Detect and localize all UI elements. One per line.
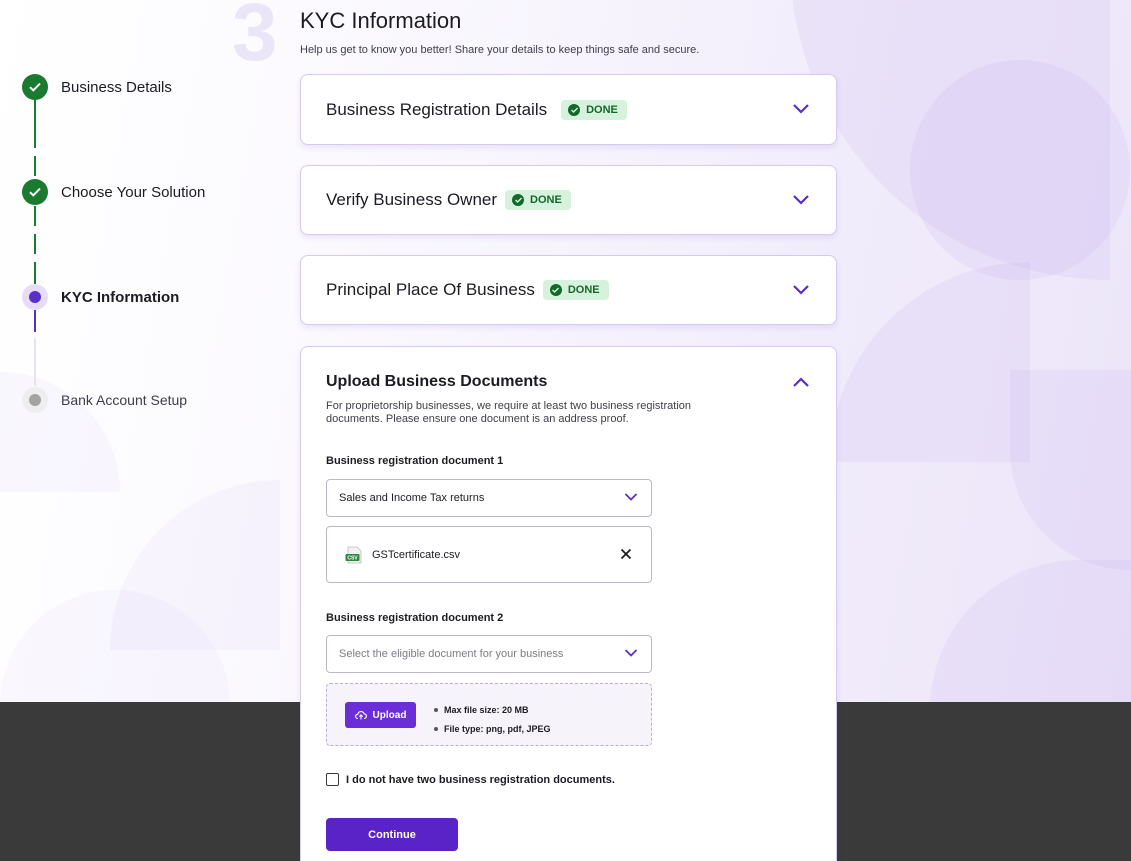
doc2-select[interactable]: Select the eligible document for your bu… [326, 635, 652, 673]
badge-label: DONE [530, 194, 562, 206]
page-title: KYC Information [300, 8, 462, 33]
chevron-up-icon[interactable] [792, 376, 810, 388]
check-circle-icon [568, 103, 581, 116]
upload-button-label: Upload [372, 709, 407, 721]
status-badge: DONE [542, 280, 609, 300]
pending-step-icon [22, 387, 48, 413]
file-name: GSTcertificate.csv [372, 549, 461, 561]
csv-file-icon-text: CSV [347, 556, 358, 562]
close-icon[interactable] [619, 547, 633, 561]
rule-file-type: File type: png, pdf, JPEG [444, 723, 551, 734]
check-circle-icon [22, 179, 48, 205]
checkbox-label: I do not have two business registration … [346, 773, 615, 786]
continue-button[interactable]: Continue [326, 818, 458, 851]
badge-label: DONE [586, 103, 618, 116]
step-connector [34, 262, 36, 284]
rule-max-size: Max file size: 20 MB [444, 704, 529, 715]
chevron-down-icon[interactable] [792, 284, 810, 296]
step-label: KYC Information [61, 288, 180, 306]
no-two-documents-checkbox[interactable]: I do not have two business registration … [326, 773, 615, 786]
upload-rules: Max file size: 20 MB File type: png, pdf… [434, 700, 551, 738]
step-connector [34, 156, 36, 176]
doc1-label: Business registration document 1 [326, 455, 504, 467]
step-choose-solution[interactable]: Choose Your Solution [22, 179, 205, 205]
status-badge: DONE [561, 99, 627, 120]
chevron-down-icon[interactable] [792, 194, 810, 206]
check-circle-icon [22, 74, 48, 100]
section-title: Upload Business Documents [326, 373, 548, 390]
doc2-placeholder: Select the eligible document for your bu… [339, 648, 564, 660]
section-principal-place[interactable]: Principal Place Of Business DONE [300, 255, 837, 325]
page-subtitle: Help us get to know you better! Share yo… [300, 44, 700, 56]
badge-label: DONE [567, 284, 600, 296]
step-label: Choose Your Solution [61, 183, 206, 201]
check-circle-icon [512, 194, 525, 206]
section-upload-documents: Upload Business Documents For proprietor… [300, 346, 837, 861]
cloud-upload-icon [354, 711, 367, 720]
step-connector [34, 100, 36, 148]
csv-file-icon: CSV [345, 546, 362, 564]
step-connector [34, 234, 36, 254]
step-bank-account-setup[interactable]: Bank Account Setup [22, 387, 187, 413]
checkbox-box[interactable] [326, 773, 339, 786]
step-number: 3 [232, 0, 278, 78]
section-title: Principal Place Of Business [326, 280, 535, 299]
step-connector [34, 206, 36, 226]
doc1-selected-value: Sales and Income Tax returns [339, 492, 485, 504]
uploaded-file: CSV GSTcertificate.csv [326, 526, 652, 583]
section-title: Business Registration Details [326, 99, 548, 119]
chevron-down-icon[interactable] [792, 103, 810, 115]
section-title: Verify Business Owner [326, 190, 498, 209]
step-business-details[interactable]: Business Details [22, 74, 172, 100]
step-label: Bank Account Setup [61, 392, 188, 408]
status-badge: DONE [505, 190, 571, 210]
chevron-down-icon [624, 649, 638, 657]
doc2-label: Business registration document 2 [326, 612, 504, 624]
step-connector [34, 338, 36, 386]
active-step-icon [22, 284, 48, 310]
upload-dropzone[interactable]: Upload Max file size: 20 MB File type: p… [326, 683, 652, 746]
section-business-registration[interactable]: Business Registration Details DONE [300, 74, 837, 145]
check-circle-icon [549, 284, 562, 296]
section-verify-owner[interactable]: Verify Business Owner DONE [300, 165, 837, 235]
chevron-down-icon [624, 493, 638, 501]
doc1-select[interactable]: Sales and Income Tax returns [326, 479, 652, 517]
step-connector [34, 310, 36, 332]
step-kyc-information[interactable]: KYC Information [22, 284, 179, 310]
section-description: For proprietorship businesses, we requir… [326, 400, 692, 425]
upload-button[interactable]: Upload [345, 702, 416, 728]
step-label: Business Details [61, 78, 172, 96]
